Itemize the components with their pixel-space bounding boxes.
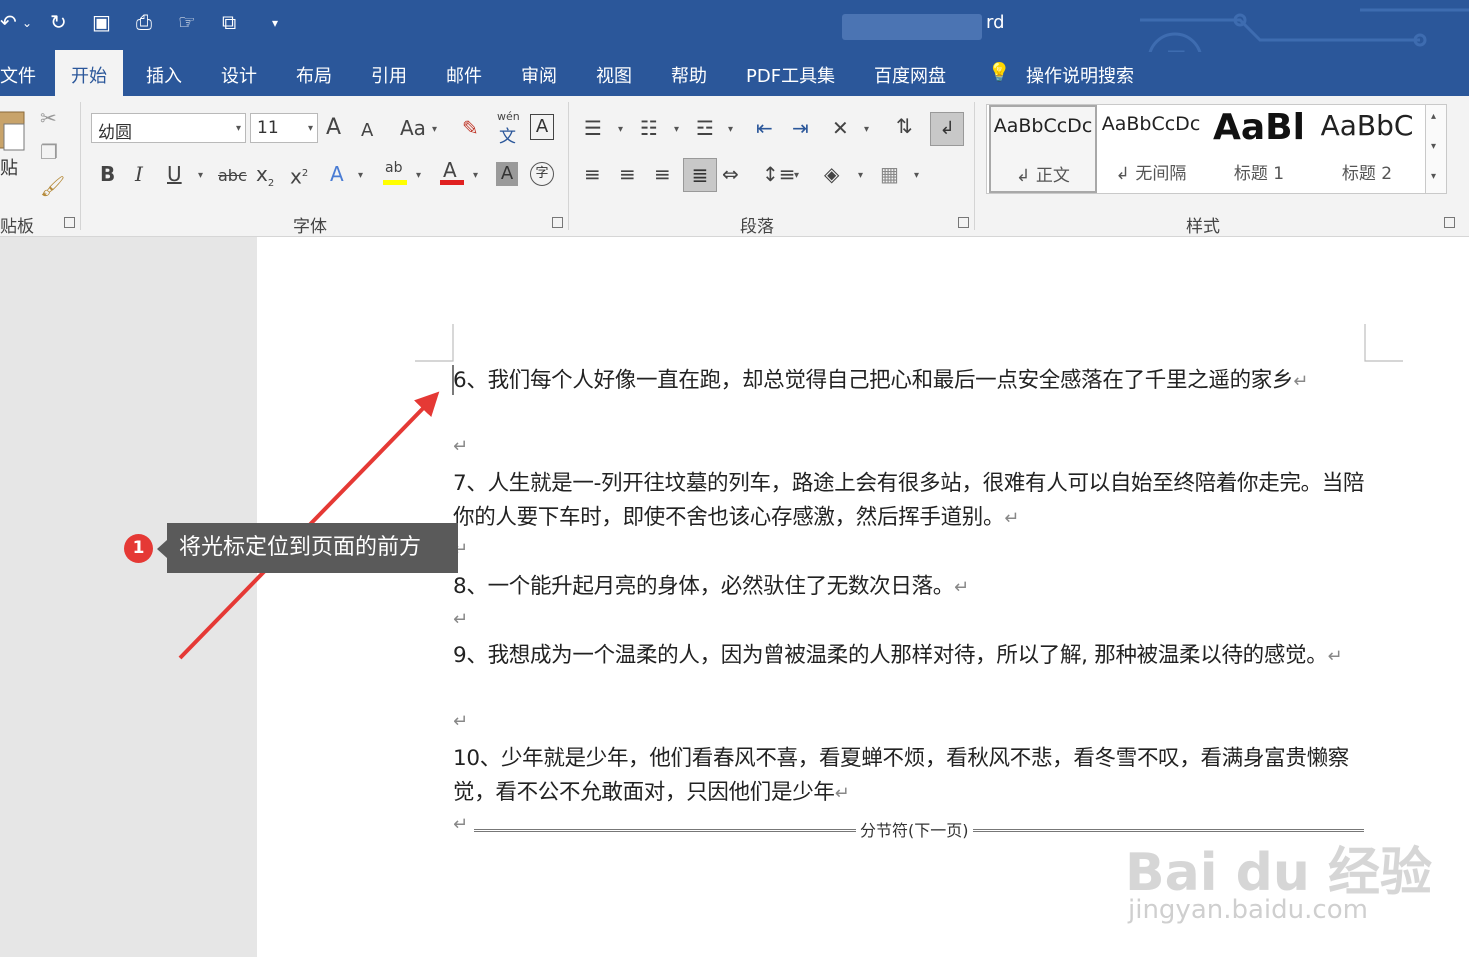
baidu-watermark-url: jingyan.baidu.com: [1128, 895, 1368, 925]
callout-tip: [157, 540, 167, 558]
callout-text: 将光标定位到页面的前方: [167, 523, 458, 573]
annotation-arrow: [178, 391, 440, 660]
baidu-watermark-logo: Bai du 经验: [1125, 843, 1432, 903]
callout-number-badge: 1: [124, 534, 153, 563]
